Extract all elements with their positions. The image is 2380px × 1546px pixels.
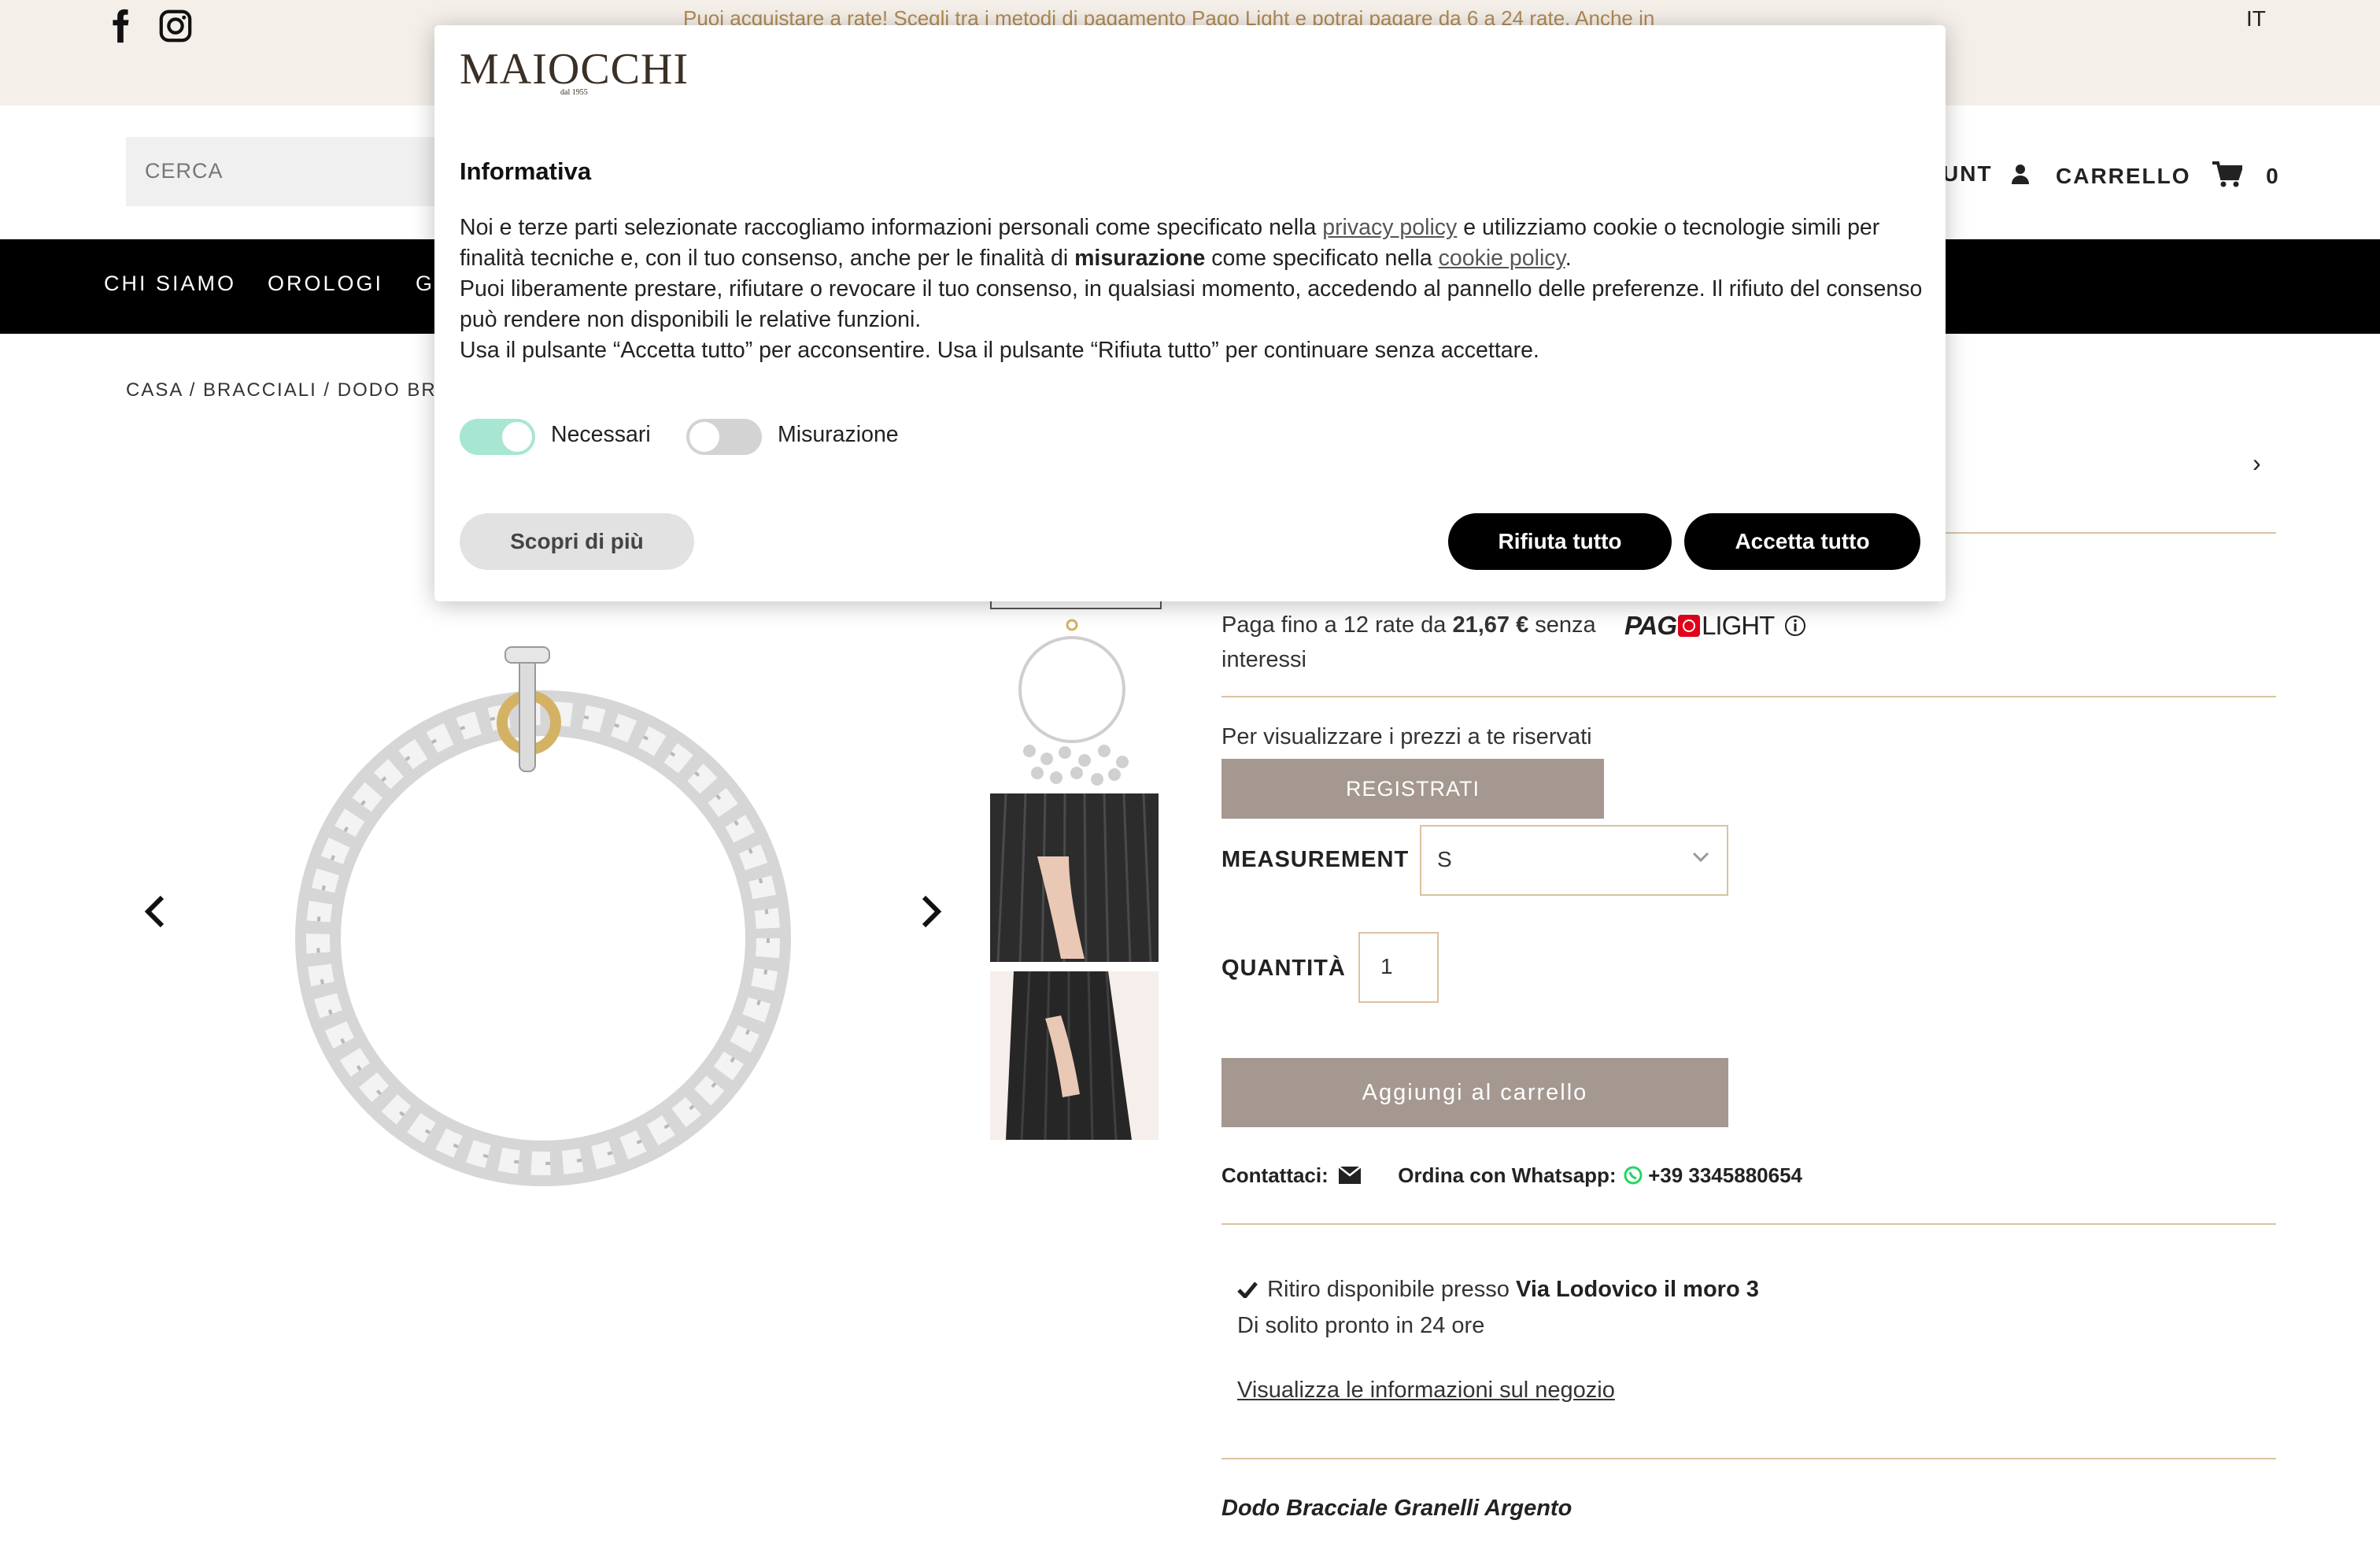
search-placeholder: CERCA xyxy=(145,159,224,183)
toggle-knob xyxy=(689,422,719,452)
installments-prefix: Paga fino a 12 rate da xyxy=(1221,612,1447,638)
divider xyxy=(1221,1458,2276,1459)
modal-p1-bold: misurazione xyxy=(1074,246,1206,271)
toggle-necessary-label: Necessari xyxy=(551,422,651,447)
accept-all-button[interactable]: Accetta tutto xyxy=(1684,513,1920,570)
whatsapp-label: Ordina con Whatsapp: xyxy=(1398,1163,1617,1187)
modal-p2-b: può rendere non disponibili le relative … xyxy=(460,307,922,332)
installments-suffix: senza xyxy=(1535,612,1596,638)
divider xyxy=(1221,696,2276,697)
description-title: Dodo Bracciale Granelli Argento xyxy=(1221,1496,1572,1521)
whatsapp-icon xyxy=(1624,1166,1643,1185)
thumbnail-bracelet-open[interactable] xyxy=(990,617,1159,790)
modal-p1-e: . xyxy=(1565,246,1572,271)
chevron-right-small-icon[interactable]: › xyxy=(2252,449,2261,478)
info-icon[interactable] xyxy=(1784,615,1806,637)
envelope-icon[interactable] xyxy=(1338,1166,1362,1184)
pickup-line: Ritiro disponibile presso Via Lodovico i… xyxy=(1237,1277,1759,1303)
whatsapp-number[interactable]: +39 3345880654 xyxy=(1648,1163,1802,1187)
maiocchi-logo-sub: dal 1955 xyxy=(560,88,588,97)
quantity-value: 1 xyxy=(1380,954,1393,978)
cart-link[interactable]: CARRELLO 0 xyxy=(2056,161,2280,189)
toggle-knob xyxy=(502,422,532,452)
reserved-prices-text: Per visualizzare i prezzi a te riservati xyxy=(1221,724,1592,749)
checkmark-icon xyxy=(1237,1282,1258,1300)
modal-title: Informativa xyxy=(460,157,592,185)
toggle-necessary[interactable] xyxy=(460,419,535,455)
cookie-policy-link[interactable]: cookie policy xyxy=(1439,246,1565,271)
chevron-down-icon xyxy=(1692,852,1709,863)
thumbnail-model-2[interactable] xyxy=(990,971,1159,1140)
toggle-measurement[interactable] xyxy=(686,419,762,455)
pickup-location: Via Lodovico il moro 3 xyxy=(1516,1277,1759,1302)
modal-p1-d: come specificato nella xyxy=(1211,246,1432,271)
thumbnail-model-1[interactable] xyxy=(990,793,1159,962)
learn-more-button[interactable]: Scopri di più xyxy=(460,513,694,570)
maiocchi-logo: MAIOCCHI xyxy=(460,45,689,94)
chevron-left-icon[interactable] xyxy=(142,894,168,937)
chevron-right-icon[interactable] xyxy=(918,894,944,937)
quantity-input[interactable]: 1 xyxy=(1358,932,1439,1003)
add-to-cart-button[interactable]: Aggiungi al carrello xyxy=(1221,1058,1728,1127)
cart-count: 0 xyxy=(2266,164,2280,188)
modal-p1-c: finalità tecniche e, con il tuo consenso… xyxy=(460,246,1069,271)
installments-line: Paga fino a 12 rate da 21,67 € senza xyxy=(1221,612,1596,638)
store-info-link[interactable]: Visualizza le informazioni sul negozio xyxy=(1237,1378,1615,1404)
pagolight-logo: PAG LIGHT xyxy=(1624,611,1806,641)
account-label: UNT xyxy=(1942,161,1993,186)
account-link[interactable]: UNT xyxy=(1942,161,2030,187)
modal-body: Noi e terze parti selezionate raccogliam… xyxy=(460,213,1924,366)
pagolight-logo-right: LIGHT xyxy=(1702,611,1775,640)
language-selector[interactable]: IT xyxy=(2246,6,2266,31)
instagram-icon[interactable] xyxy=(157,8,194,44)
modal-p1-a: Noi e terze parti selezionate raccogliam… xyxy=(460,215,1317,240)
contact-label: Contattaci: xyxy=(1221,1163,1329,1187)
nav-item-chi-siamo[interactable]: CHI SIAMO xyxy=(104,272,236,296)
modal-p2-a: Puoi liberamente prestare, rifiutare o r… xyxy=(460,276,1923,301)
breadcrumb[interactable]: CASA / BRACCIALI / DODO BRA xyxy=(126,379,451,401)
installments-amount: 21,67 € xyxy=(1452,612,1529,638)
modal-p1-b: e utilizziamo cookie o tecnologie simili… xyxy=(1463,215,1880,240)
installments-line-2: interessi xyxy=(1221,647,1306,672)
facebook-icon[interactable] xyxy=(102,8,139,44)
nav-item-partial[interactable]: G xyxy=(416,272,434,296)
privacy-policy-link[interactable]: privacy policy xyxy=(1322,215,1457,240)
contact-row: Contattaci: Ordina con Whatsapp: +39 334… xyxy=(1221,1163,1802,1188)
pagolight-logo-left: PAG xyxy=(1624,611,1677,640)
register-button[interactable]: REGISTRATI xyxy=(1221,759,1604,819)
toggle-measurement-label: Misurazione xyxy=(778,422,899,447)
divider xyxy=(1221,1223,2276,1225)
pagolight-o-icon xyxy=(1678,615,1701,637)
measurement-label: MEASUREMENT xyxy=(1221,847,1410,872)
modal-p3: Usa il pulsante “Accetta tutto” per acco… xyxy=(460,338,1539,363)
product-main-image[interactable] xyxy=(283,630,803,1196)
reject-all-button[interactable]: Rifiuta tutto xyxy=(1448,513,1672,570)
pickup-prefix: Ritiro disponibile presso xyxy=(1267,1277,1510,1302)
measurement-select[interactable]: S xyxy=(1420,825,1728,896)
user-icon xyxy=(2012,165,2030,184)
cart-label: CARRELLO xyxy=(2056,164,2191,188)
quantity-label: QUANTITÀ xyxy=(1221,956,1346,981)
search-input[interactable]: CERCA xyxy=(126,137,456,206)
pickup-time: Di solito pronto in 24 ore xyxy=(1237,1313,1485,1338)
cart-icon xyxy=(2212,161,2245,187)
measurement-value: S xyxy=(1437,847,1452,871)
cookie-consent-modal: MAIOCCHI dal 1955 Informativa Noi e terz… xyxy=(434,25,1946,601)
nav-item-orologi[interactable]: OROLOGI xyxy=(268,272,383,296)
